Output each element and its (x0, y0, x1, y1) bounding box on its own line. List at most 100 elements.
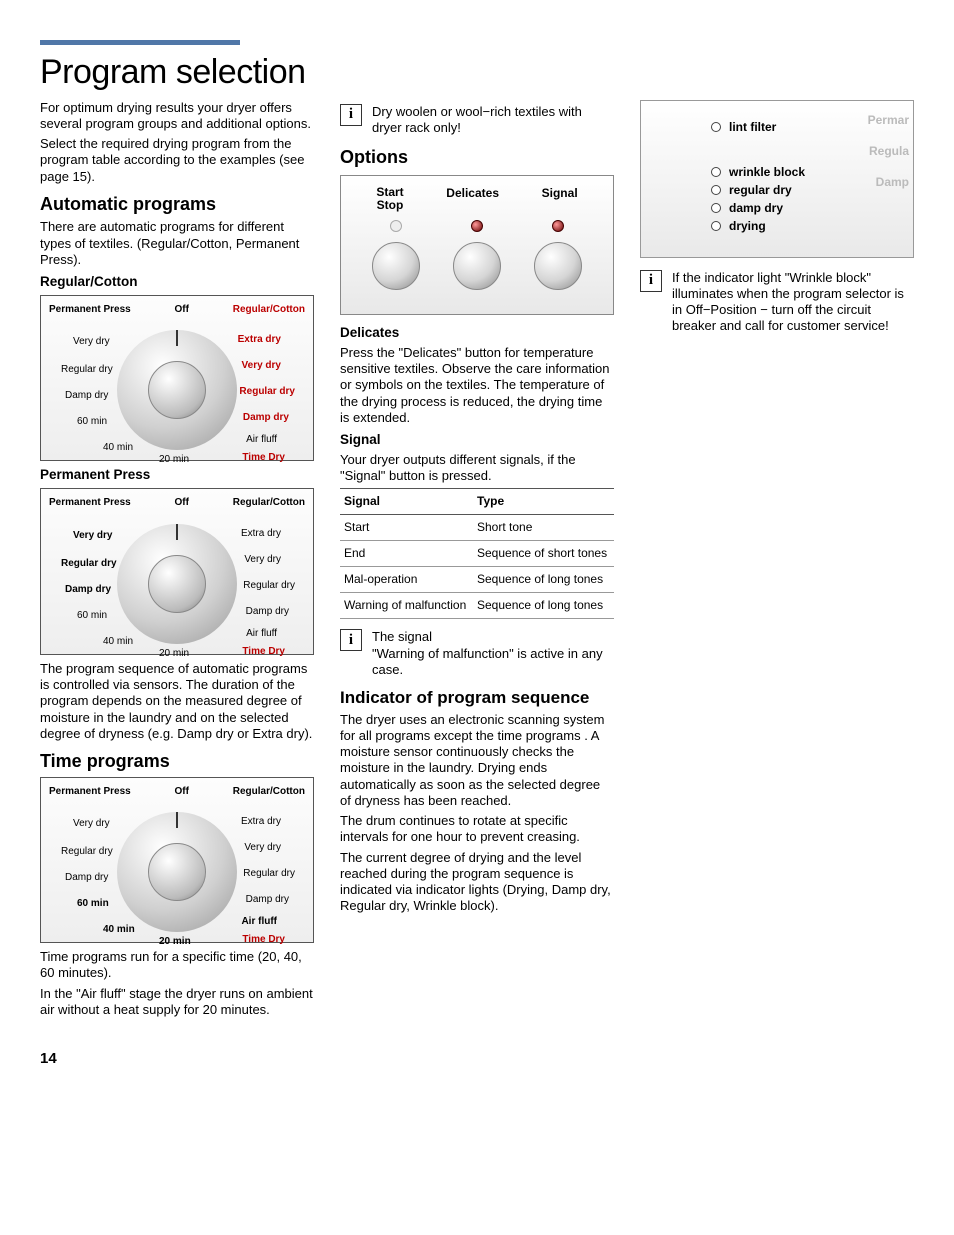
panel-right-labels: Permar Regula Damp (868, 113, 909, 206)
options-heading: Options (340, 146, 614, 169)
dial-pos: 20 min (159, 454, 189, 467)
time-programs-text-1: Time programs run for a specific time (2… (40, 949, 314, 982)
dial-pos: Extra dry (241, 816, 281, 829)
dial-pos: Very dry (244, 842, 281, 855)
intro-text: For optimum drying results your dryer of… (40, 100, 314, 133)
indicator-text-3: The current degree of drying and the lev… (340, 850, 614, 915)
signal-text: Your dryer outputs different signals, if… (340, 452, 614, 485)
page-title: Program selection (40, 51, 914, 94)
dial-pointer (176, 330, 178, 346)
dial-permanent-press: Permanent Press Off Regular/Cotton Very … (40, 488, 314, 655)
signal-subheading: Signal (340, 432, 614, 449)
label-lint-filter: lint filter (729, 120, 776, 135)
label-drying: drying (729, 219, 766, 234)
dial-pos: Very dry (73, 336, 110, 349)
time-programs-text-2: In the "Air fluff" stage the dryer runs … (40, 986, 314, 1019)
dial-pos: Regular dry (61, 364, 113, 377)
regular-cotton-heading: Regular/Cotton (40, 274, 314, 291)
dial-pos: Damp dry (246, 606, 289, 619)
panel-right-permar: Permar (868, 113, 909, 128)
dial-label-regular-cotton: Regular/Cotton (233, 497, 305, 510)
dial-pos: Damp dry (246, 894, 289, 907)
signal-button[interactable] (534, 242, 582, 290)
indicator-heading: Indicator of program sequence (340, 688, 614, 708)
delicates-button[interactable] (453, 242, 501, 290)
dial-label-perm-press: Permanent Press (49, 786, 131, 799)
dial-pos: Very dry (73, 818, 110, 831)
led-lint-filter (711, 122, 721, 132)
dial-label-regular-cotton: Regular/Cotton (233, 786, 305, 799)
dial-label-perm-press: Permanent Press (49, 497, 131, 510)
delicates-text: Press the "Delicates" button for tempera… (340, 345, 614, 426)
automatic-sensor-text: The program sequence of automatic progra… (40, 661, 314, 742)
signal-cell: Mal-operation (340, 567, 473, 593)
led-drying (711, 221, 721, 231)
led-start (390, 220, 402, 232)
type-cell: Sequence of long tones (473, 593, 614, 619)
automatic-programs-heading: Automatic programs (40, 193, 314, 216)
dial-pos: Air fluff (246, 628, 277, 641)
dial-pos: Time Dry (242, 646, 285, 659)
dial-pos: 40 min (103, 442, 133, 455)
dial-pos: Very dry (242, 360, 281, 373)
dial-label-regular-cotton: Regular/Cotton (233, 304, 305, 317)
dial-regular-cotton: Permanent Press Off Regular/Cotton Very … (40, 295, 314, 462)
dial-pos: Damp dry (65, 390, 108, 403)
dial-pos: Time Dry (242, 934, 285, 947)
dial-pos: Damp dry (243, 412, 289, 425)
time-programs-heading: Time programs (40, 750, 314, 773)
permanent-press-heading: Permanent Press (40, 467, 314, 484)
dial-pos: Damp dry (65, 584, 111, 597)
options-panel: Start Stop Delicates Signal (340, 175, 614, 315)
signal-label: Signal (542, 186, 578, 212)
info-icon: i (340, 629, 362, 651)
delicates-label: Delicates (446, 186, 499, 212)
signal-cell: End (340, 541, 473, 567)
signal-table: Signal Type StartShort toneEndSequence o… (340, 488, 614, 619)
automatic-programs-text: There are automatic programs for differe… (40, 219, 314, 268)
intro-text-2: Select the required drying program from … (40, 136, 314, 185)
dial-time-programs: Permanent Press Off Regular/Cotton Very … (40, 777, 314, 944)
table-row: Mal-operationSequence of long tones (340, 567, 614, 593)
column-right: Permar Regula Damp lint filter wrinkle b… (640, 100, 914, 1023)
panel-right-regula: Regula (868, 144, 909, 159)
dial-pos: Damp dry (65, 872, 108, 885)
start-stop-label: Start Stop (376, 186, 403, 212)
type-cell: Sequence of short tones (473, 541, 614, 567)
led-regular-dry (711, 185, 721, 195)
signal-col-header: Signal (340, 489, 473, 515)
note-wrinkle-block-text: If the indicator light "Wrinkle block" i… (672, 270, 914, 335)
dial-knob (148, 843, 206, 901)
note-wool: i Dry woolen or wool−rich textiles with … (340, 104, 614, 137)
note-signal-text: The signal "Warning of malfunction" is a… (372, 629, 614, 678)
signal-cell: Warning of malfunction (340, 593, 473, 619)
delicates-subheading: Delicates (340, 325, 614, 342)
column-left: For optimum drying results your dryer of… (40, 100, 314, 1023)
stop-label: Stop (377, 198, 404, 212)
note-signal-line2: "Warning of malfunction" is active in an… (372, 646, 603, 677)
dial-pos: Regular dry (243, 868, 295, 881)
label-wrinkle-block: wrinkle block (729, 165, 805, 180)
dial-pos: Regular dry (239, 386, 295, 399)
table-row: EndSequence of short tones (340, 541, 614, 567)
start-stop-button[interactable] (372, 242, 420, 290)
dial-pos: 20 min (159, 648, 189, 661)
dial-pos: 40 min (103, 636, 133, 649)
dial-pos: 60 min (77, 610, 107, 623)
type-cell: Sequence of long tones (473, 567, 614, 593)
panel-right-damp: Damp (868, 175, 909, 190)
table-row: StartShort tone (340, 515, 614, 541)
dial-label-perm-press: Permanent Press (49, 304, 131, 317)
led-damp-dry (711, 203, 721, 213)
dial-label-off: Off (175, 497, 189, 510)
dial-pos: Very dry (73, 530, 112, 543)
type-col-header: Type (473, 489, 614, 515)
start-label: Start (376, 185, 403, 199)
table-row: Warning of malfunctionSequence of long t… (340, 593, 614, 619)
dial-pos: Regular dry (243, 580, 295, 593)
dial-pos: Air fluff (241, 916, 277, 929)
header-rule (40, 40, 240, 45)
dial-knob (148, 555, 206, 613)
dial-pos: Air fluff (246, 434, 277, 447)
dial-pos: 40 min (103, 924, 135, 937)
